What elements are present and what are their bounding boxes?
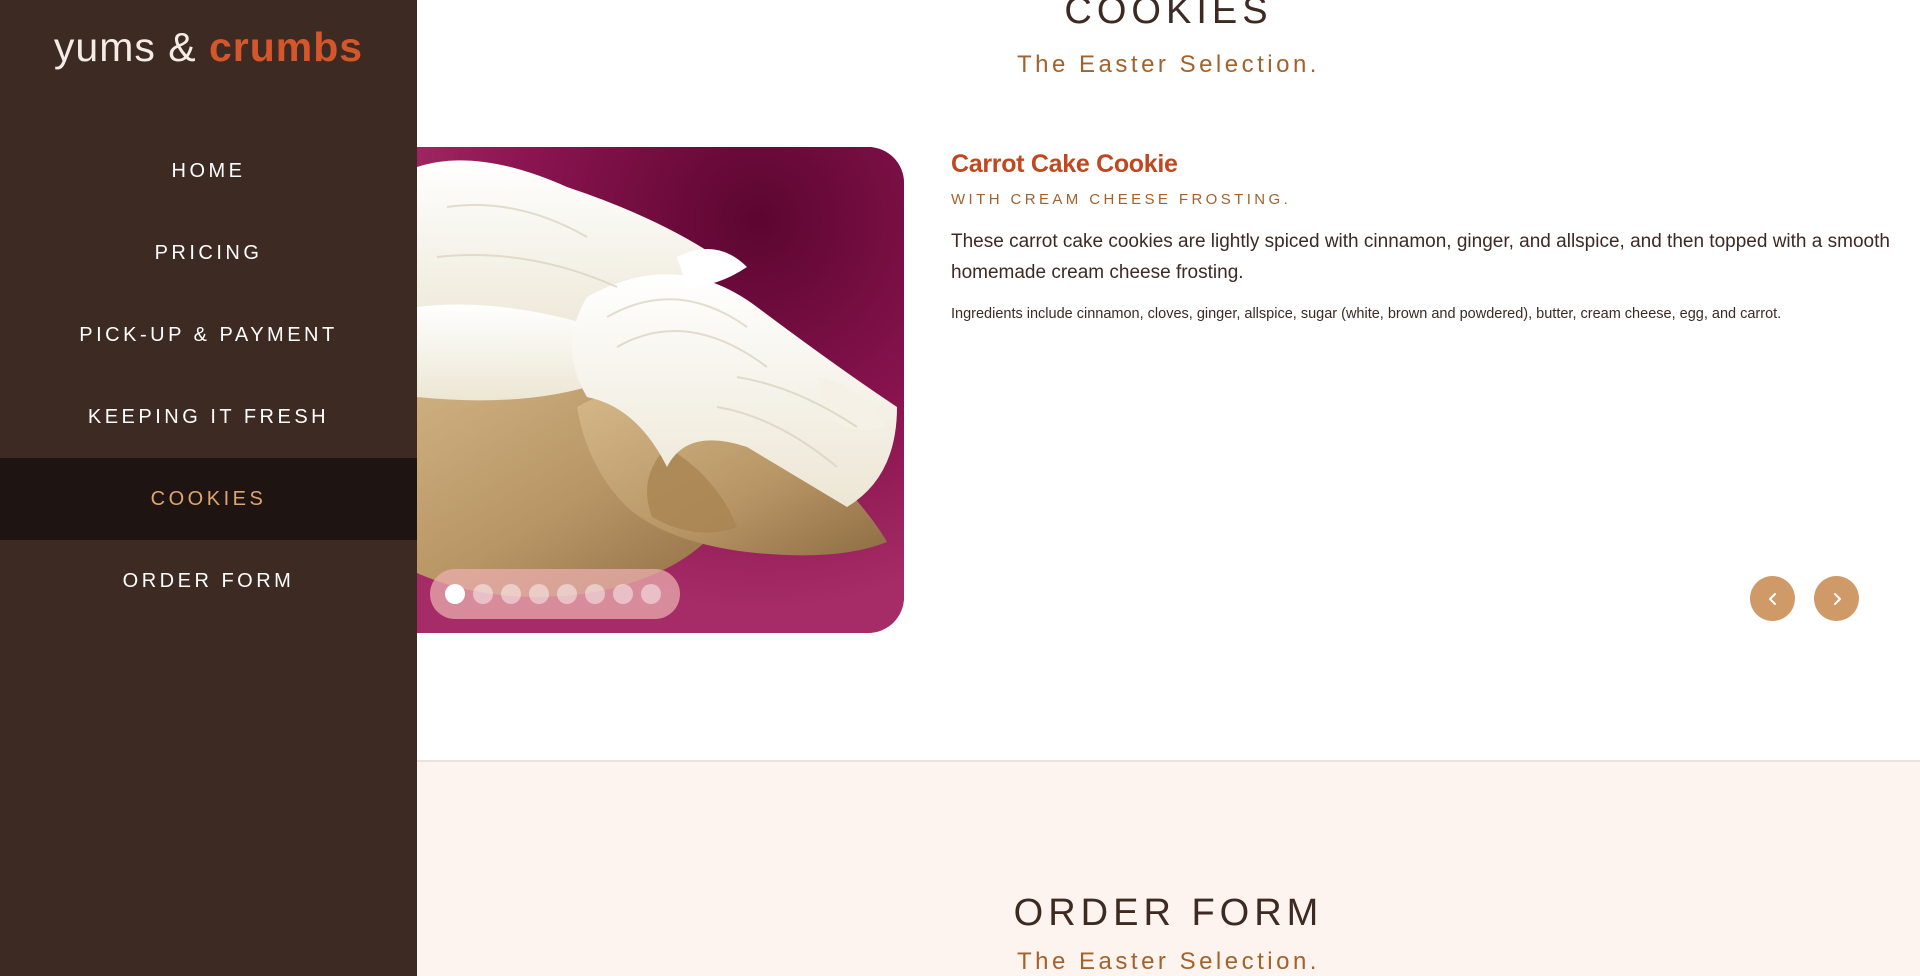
chevron-right-icon [1833,592,1841,605]
order-form-title: ORDER FORM [1013,892,1324,934]
carousel-dot-1[interactable] [445,584,465,604]
product-description: These carrot cake cookies are lightly sp… [951,231,1890,283]
carousel-dot-4[interactable] [529,584,549,604]
frosted-cookie-image [417,147,904,633]
sidebar: yums & crumbs HOME PRICING PICK-UP & PAY… [0,0,417,976]
logo-text-main: yums & [53,24,209,70]
nav-item-pickup-payment[interactable]: PICK-UP & PAYMENT [0,294,417,376]
nav-item-cookies[interactable]: COOKIES [0,458,417,540]
nav-item-keeping-it-fresh[interactable]: KEEPING IT FRESH [0,376,417,458]
carousel-dot-7[interactable] [613,584,633,604]
main-content: COOKIES The Easter Selection. Carrot Cak… [417,0,1920,976]
carousel-dot-3[interactable] [501,584,521,604]
main-nav: HOME PRICING PICK-UP & PAYMENT KEEPING I… [0,130,417,622]
order-form-subtitle: The Easter Selection. [1017,948,1320,975]
cookie-photo[interactable] [417,147,904,633]
carousel-pagination [430,569,680,619]
product-tagline: WITH CREAM CHEESE FROSTING. [951,191,1292,208]
carousel-next-button[interactable] [1814,576,1859,621]
chevron-left-icon [1768,592,1776,605]
product-name: Carrot Cake Cookie [951,150,1178,178]
carousel-prev-button[interactable] [1750,576,1795,621]
carousel-dot-6[interactable] [585,584,605,604]
product-details: Carrot Cake Cookie WITH CREAM CHEESE FRO… [951,150,1891,322]
cookies-section-subtitle: The Easter Selection. [1017,51,1320,78]
logo-text-accent: crumbs [208,24,364,70]
nav-item-order-form[interactable]: ORDER FORM [0,540,417,622]
carousel-dot-5[interactable] [557,584,577,604]
carousel-dot-2[interactable] [473,584,493,604]
cookies-section-title: COOKIES [1064,0,1273,32]
site-logo[interactable]: yums & crumbs [0,24,417,71]
nav-item-home[interactable]: HOME [0,130,417,212]
nav-item-pricing[interactable]: PRICING [0,212,417,294]
carousel-dot-8[interactable] [641,584,661,604]
order-form-section: ORDER FORM The Easter Selection. [417,760,1920,976]
product-ingredients: Ingredients include cinnamon, cloves, gi… [951,306,1782,322]
